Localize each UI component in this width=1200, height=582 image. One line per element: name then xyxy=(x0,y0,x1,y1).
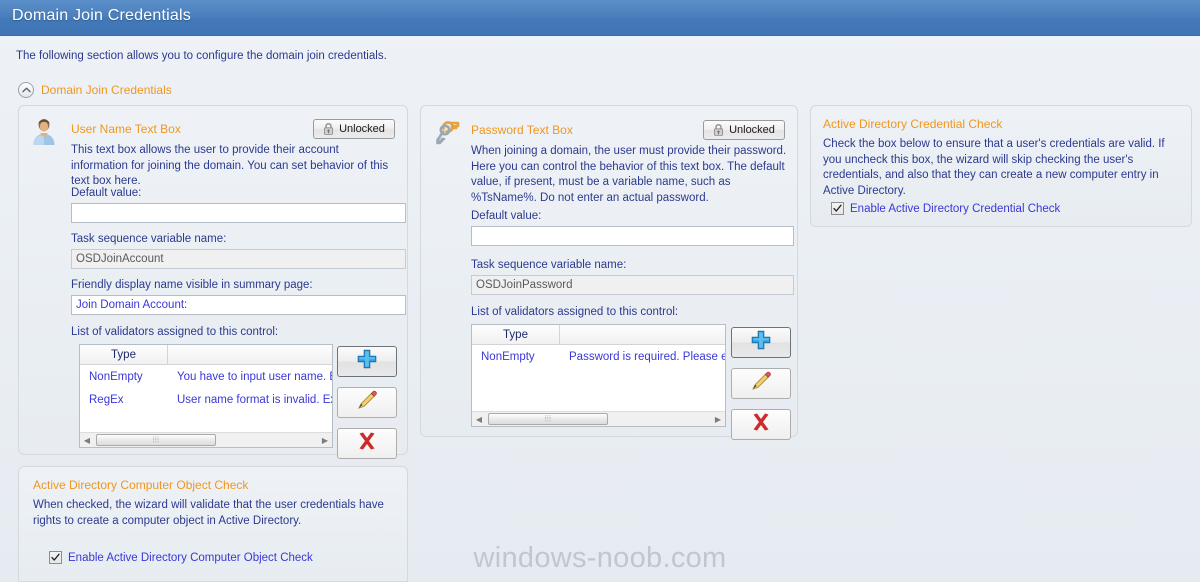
scrollbar-thumb[interactable]: ⦙⦙⦙ xyxy=(96,433,216,446)
panel-active-directory-credential-check: Active Directory Credential Check Check … xyxy=(810,105,1192,227)
panel-password-text-box: Password Text Box Unlocked When joining … xyxy=(420,105,798,440)
delete-validator-button[interactable] xyxy=(731,409,791,440)
enable-ad-credential-check-checkbox[interactable]: Enable Active Directory Credential Check xyxy=(831,202,1060,215)
grid-horizontal-scrollbar[interactable]: ◀ ⦙⦙⦙ ▶ xyxy=(472,411,725,426)
add-validator-button[interactable] xyxy=(731,327,791,358)
red-x-icon xyxy=(356,430,378,457)
window-titlebar: Domain Join Credentials xyxy=(0,0,1200,36)
panel-user-name-text-box: User Name Text Box Unlocked This text bo… xyxy=(18,105,408,459)
default-value-label: Default value: xyxy=(71,187,142,199)
checkbox-icon[interactable] xyxy=(831,202,844,215)
panel-description: When checked, the wizard will validate t… xyxy=(33,499,384,527)
plus-icon xyxy=(750,329,772,356)
validators-list-label: List of validators assigned to this cont… xyxy=(71,326,279,338)
grid-column-type[interactable]: Type xyxy=(472,325,560,344)
task-sequence-variable-label: Task sequence variable name: xyxy=(71,233,227,245)
pencil-icon xyxy=(356,389,378,416)
checkbox-label: Enable Active Directory Credential Check xyxy=(850,202,1061,215)
group-header-domain-join-credentials[interactable]: Domain Join Credentials xyxy=(18,82,172,98)
scroll-left-arrow-icon[interactable]: ◀ xyxy=(472,412,486,427)
panel-title-label: Active Directory Credential Check xyxy=(823,117,1003,131)
validator-message: User name format is invalid. Exam xyxy=(177,393,332,406)
default-value-input[interactable] xyxy=(471,226,794,246)
grip-icon: ⦙⦙⦙ xyxy=(152,434,160,444)
friendly-display-name-label: Friendly display name visible in summary… xyxy=(71,279,313,291)
edit-validator-button[interactable] xyxy=(337,387,397,418)
application-window: Domain Join Credentials The following se… xyxy=(0,0,1200,582)
grid-horizontal-scrollbar[interactable]: ◀ ⦙⦙⦙ ▶ xyxy=(80,432,332,447)
friendly-display-name-input[interactable] xyxy=(71,295,406,315)
scrollbar-track[interactable]: ⦙⦙⦙ xyxy=(94,433,318,448)
grid-column-message[interactable] xyxy=(168,345,332,364)
watermark-text: windows-noob.com xyxy=(473,542,727,574)
panel-title-label: User Name Text Box xyxy=(71,122,181,136)
scroll-left-arrow-icon[interactable]: ◀ xyxy=(80,433,94,448)
add-validator-button[interactable] xyxy=(337,346,397,377)
unlock-button-label: Unlocked xyxy=(339,123,385,135)
chevron-up-icon[interactable] xyxy=(18,82,34,98)
table-row[interactable]: RegEx User name format is invalid. Exam xyxy=(80,388,332,411)
window-title: Domain Join Credentials xyxy=(12,7,191,24)
unlock-button-label: Unlocked xyxy=(729,124,775,136)
grid-column-type[interactable]: Type xyxy=(80,345,168,364)
panel-title-label: Password Text Box xyxy=(471,123,573,137)
panel-description: This text box allows the user to provide… xyxy=(71,144,389,187)
lock-icon xyxy=(323,123,334,135)
validators-list-label: List of validators assigned to this cont… xyxy=(471,306,679,318)
scroll-right-arrow-icon[interactable]: ▶ xyxy=(318,433,332,448)
keys-icon xyxy=(431,118,461,153)
validator-message: Password is required. Please ente xyxy=(569,350,725,363)
validators-grid[interactable]: Type NonEmpty You have to input user nam… xyxy=(79,344,333,448)
panel-description: When joining a domain, the user must pro… xyxy=(471,145,787,204)
panel-title-label: Active Directory Computer Object Check xyxy=(33,478,249,492)
unlock-toggle-button[interactable]: Unlocked xyxy=(313,119,395,139)
default-value-input[interactable] xyxy=(71,203,406,223)
grip-icon: ⦙⦙⦙ xyxy=(544,413,552,423)
group-title-label: Domain Join Credentials xyxy=(41,83,172,97)
default-value-label: Default value: xyxy=(471,210,542,222)
unlock-toggle-button[interactable]: Unlocked xyxy=(703,120,785,140)
grid-header-row: Type xyxy=(80,345,332,365)
scrollbar-thumb[interactable]: ⦙⦙⦙ xyxy=(488,412,608,425)
user-icon xyxy=(29,116,59,151)
plus-icon xyxy=(356,348,378,375)
validators-grid[interactable]: Type NonEmpty Password is required. Plea… xyxy=(471,324,726,427)
task-sequence-variable-label: Task sequence variable name: xyxy=(471,259,627,271)
table-row[interactable]: NonEmpty You have to input user name. Ex… xyxy=(80,365,332,388)
panel-description: Check the box below to ensure that a use… xyxy=(823,138,1165,197)
red-x-icon xyxy=(750,411,772,438)
lock-icon xyxy=(713,124,724,136)
scrollbar-track[interactable]: ⦙⦙⦙ xyxy=(486,412,711,427)
validator-type: NonEmpty xyxy=(89,370,143,383)
table-row[interactable]: NonEmpty Password is required. Please en… xyxy=(472,345,725,368)
intro-text: The following section allows you to conf… xyxy=(16,50,387,62)
edit-validator-button[interactable] xyxy=(731,368,791,399)
scroll-right-arrow-icon[interactable]: ▶ xyxy=(711,412,725,427)
validator-type: RegEx xyxy=(89,393,124,406)
grid-header-row: Type xyxy=(472,325,725,345)
validator-type: NonEmpty xyxy=(481,350,535,363)
task-sequence-variable-input[interactable] xyxy=(71,249,406,269)
task-sequence-variable-input[interactable] xyxy=(471,275,794,295)
delete-validator-button[interactable] xyxy=(337,428,397,459)
pencil-icon xyxy=(750,370,772,397)
validator-message: You have to input user name. Exa xyxy=(177,370,332,383)
grid-column-message[interactable] xyxy=(560,325,725,344)
